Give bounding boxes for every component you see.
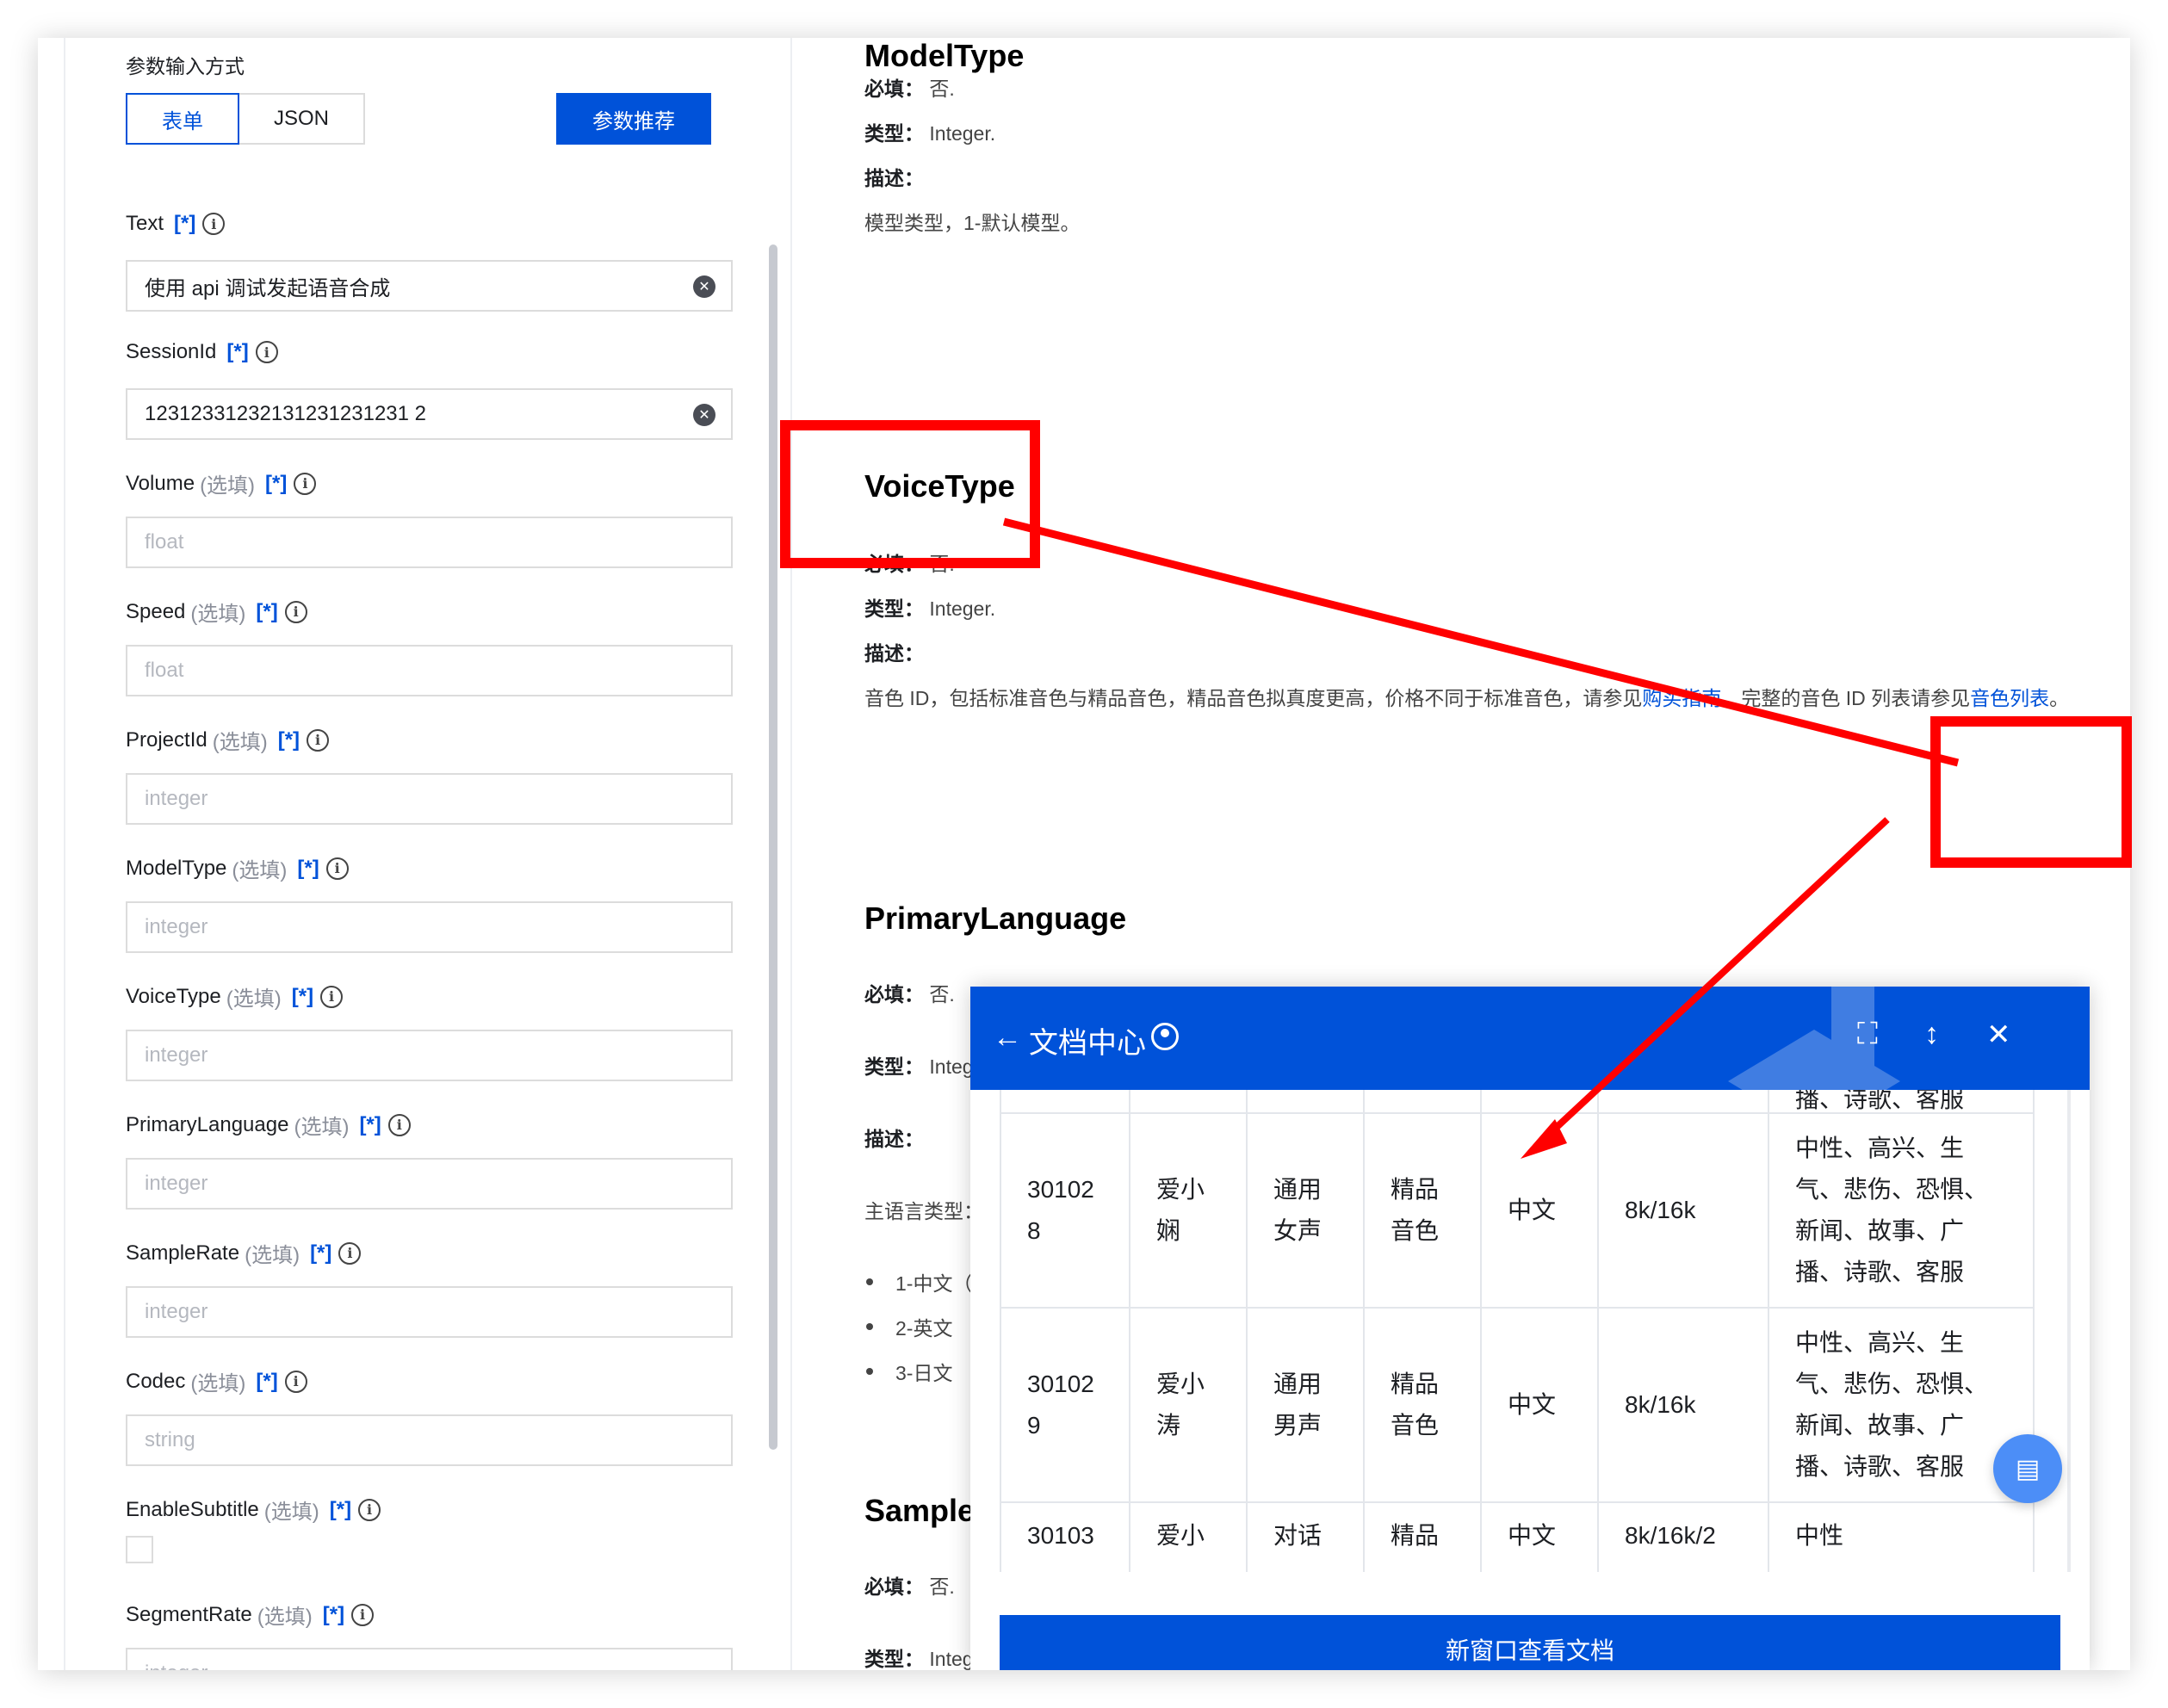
primarylanguage-desc: 主语言类型： — [864, 1200, 983, 1222]
list-item: 3-日文 — [864, 1357, 952, 1386]
modeltype-desc-label: 描述： — [864, 167, 924, 189]
table-row: 播、诗歌、客服 — [1000, 1090, 2035, 1114]
tab-json[interactable]: JSON — [238, 93, 365, 145]
popup-header: ← 文档中心 ⛶ ↕ ✕ — [970, 987, 2090, 1090]
modeltype-type: 类型： Integer. — [864, 122, 996, 145]
info-icon[interactable]: i — [307, 728, 330, 752]
clear-icon[interactable]: ✕ — [693, 275, 715, 298]
left-scrollbar[interactable] — [769, 244, 777, 1450]
required-marker: [*] — [329, 1497, 352, 1521]
field-input[interactable]: float — [126, 645, 733, 696]
doc-center-popup: ← 文档中心 ⛶ ↕ ✕ 播、诗歌、客服 30102 8 爱小娴通用 女声 精品 音色 中文… — [970, 987, 2090, 1670]
voicetype-desc-label: 描述： — [864, 642, 924, 665]
field-input[interactable]: integer — [126, 1158, 733, 1210]
info-icon[interactable]: i — [284, 1370, 307, 1393]
info-icon[interactable]: i — [294, 472, 317, 495]
field-label: EnableSubtitle (选填) [*] i — [126, 1494, 381, 1525]
required-marker: [*] — [310, 1241, 332, 1265]
doc-list-icon[interactable]: ▤ — [1993, 1434, 2062, 1503]
field-input[interactable]: float — [126, 517, 733, 568]
back-arrow-icon[interactable]: ← — [993, 1021, 1022, 1055]
popup-scrollbar[interactable] — [2067, 1090, 2071, 1572]
required-marker: [*] — [291, 984, 314, 1008]
required-marker: [*] — [277, 727, 300, 752]
primarylanguage-required: 必填： 否. — [864, 983, 955, 1006]
field-input[interactable]: integer — [126, 1286, 733, 1338]
primarylanguage-desc-label: 描述： — [864, 1128, 924, 1150]
param-form-panel: 参数输入方式 表单 JSON 参数推荐 Text [*] i 使用 api 调试发起语… — [64, 38, 792, 1670]
section-title-voicetype: VoiceType — [864, 468, 1015, 504]
info-icon[interactable]: i — [255, 341, 278, 363]
info-icon[interactable]: i — [387, 1113, 411, 1136]
field-label: Codec (选填) [*] i — [126, 1366, 307, 1396]
user-icon[interactable] — [1151, 1023, 1179, 1050]
required-marker: [*] — [265, 471, 288, 495]
field-label: SegmentRate (选填) [*] i — [126, 1600, 375, 1630]
required-marker: [*] — [256, 1369, 278, 1393]
field-input[interactable]: integer — [126, 901, 733, 953]
required-marker: [*] — [359, 1112, 381, 1136]
open-in-new-window-button[interactable]: 新窗口查看文档 — [1000, 1615, 2060, 1670]
info-icon[interactable]: i — [325, 857, 349, 880]
info-icon[interactable]: i — [320, 985, 344, 1008]
section-title-primarylanguage: PrimaryLanguage — [864, 900, 1127, 936]
table-row: 30103 爱小 对话 精品 中文 8k/16k/2 中性 — [1000, 1501, 2035, 1572]
field-label: SessionId [*] i — [126, 340, 278, 364]
field-input[interactable]: integer — [126, 1648, 733, 1670]
field-label: ModelType (选填) [*] i — [126, 853, 349, 883]
header-decoration — [1728, 987, 1900, 1090]
required-marker: [*] — [322, 1602, 345, 1626]
section-title-modeltype: ModelType — [864, 38, 1025, 73]
table-row: 30102 8 爱小娴通用 女声 精品 音色 中文 8k/16k 中性、高兴、生 气、悲伤、恐惧、… — [1000, 1112, 2035, 1309]
purchase-guide-link[interactable]: 购买指南 — [1642, 687, 1721, 709]
voicetype-type: 类型： Integer. — [864, 597, 996, 620]
clear-icon[interactable]: ✕ — [693, 404, 715, 426]
field-label: Text [*] i — [126, 212, 226, 236]
fullscreen-icon[interactable]: ⛶ — [1857, 1018, 1878, 1051]
voicetype-required: 必填： 否. — [864, 553, 955, 575]
voice-table: 播、诗歌、客服 30102 8 爱小娴通用 女声 精品 音色 中文 8k/16k 中性、高兴、生… — [1000, 1090, 2035, 1572]
enable-subtitle-checkbox[interactable] — [126, 1536, 153, 1563]
input-mode-title: 参数输入方式 — [126, 55, 245, 77]
resize-icon[interactable]: ↕ — [1924, 1018, 1939, 1051]
popup-body: 播、诗歌、客服 30102 8 爱小娴通用 女声 精品 音色 中文 8k/16k 中性、高兴、生… — [970, 1090, 2090, 1572]
close-icon[interactable]: ✕ — [1986, 1018, 2011, 1052]
table-row: 30102 9 爱小涛通用 男声 精品 音色 中文 8k/16k 中性、高兴、生 气、悲伤、恐惧、… — [1000, 1307, 2035, 1503]
field-label: Volume (选填) [*] i — [126, 468, 317, 498]
field-label: ProjectId (选填) [*] i — [126, 725, 330, 755]
info-icon[interactable]: i — [202, 213, 226, 235]
info-icon[interactable]: i — [358, 1498, 381, 1521]
field-label: VoiceType (选填) [*] i — [126, 981, 344, 1012]
modeltype-desc: 模型类型，1-默认模型。 — [864, 212, 1081, 234]
required-marker: [*] — [256, 599, 278, 623]
field-input[interactable]: string — [126, 1414, 733, 1466]
info-icon[interactable]: i — [284, 600, 307, 623]
field-label: SampleRate (选填) [*] i — [126, 1238, 362, 1268]
samplerate-required: 必填： 否. — [864, 1575, 955, 1598]
field-input[interactable]: 使用 api 调试发起语音合成 ✕ — [126, 260, 733, 312]
required-marker: [*] — [226, 340, 249, 363]
app-window: 参数输入方式 表单 JSON 参数推荐 Text [*] i 使用 api 调试发起语… — [38, 38, 2130, 1670]
modeltype-required: 必填： 否. — [864, 77, 955, 100]
field-label: PrimaryLanguage (选填) [*] i — [126, 1110, 411, 1140]
field-input[interactable]: 12312331232131231231231 2 ✕ — [126, 388, 733, 440]
voice-list-link[interactable]: 音色列表 — [1970, 687, 2049, 709]
popup-title: 文档中心 — [1029, 1027, 1146, 1060]
info-icon[interactable]: i — [338, 1241, 362, 1265]
required-marker: [*] — [297, 856, 319, 880]
list-item: 2-英文 — [864, 1312, 952, 1341]
info-icon[interactable]: i — [351, 1603, 375, 1626]
voicetype-desc: 音色 ID，包括标准音色与精品音色，精品音色拟真度更高，价格不同于标准音色，请参… — [864, 687, 2070, 709]
field-label: Speed (选填) [*] i — [126, 597, 307, 627]
field-input[interactable]: integer — [126, 1030, 733, 1081]
field-input[interactable]: integer — [126, 773, 733, 825]
tab-form[interactable]: 表单 — [126, 93, 239, 145]
required-marker: [*] — [174, 212, 196, 235]
param-recommend-button[interactable]: 参数推荐 — [556, 93, 711, 145]
